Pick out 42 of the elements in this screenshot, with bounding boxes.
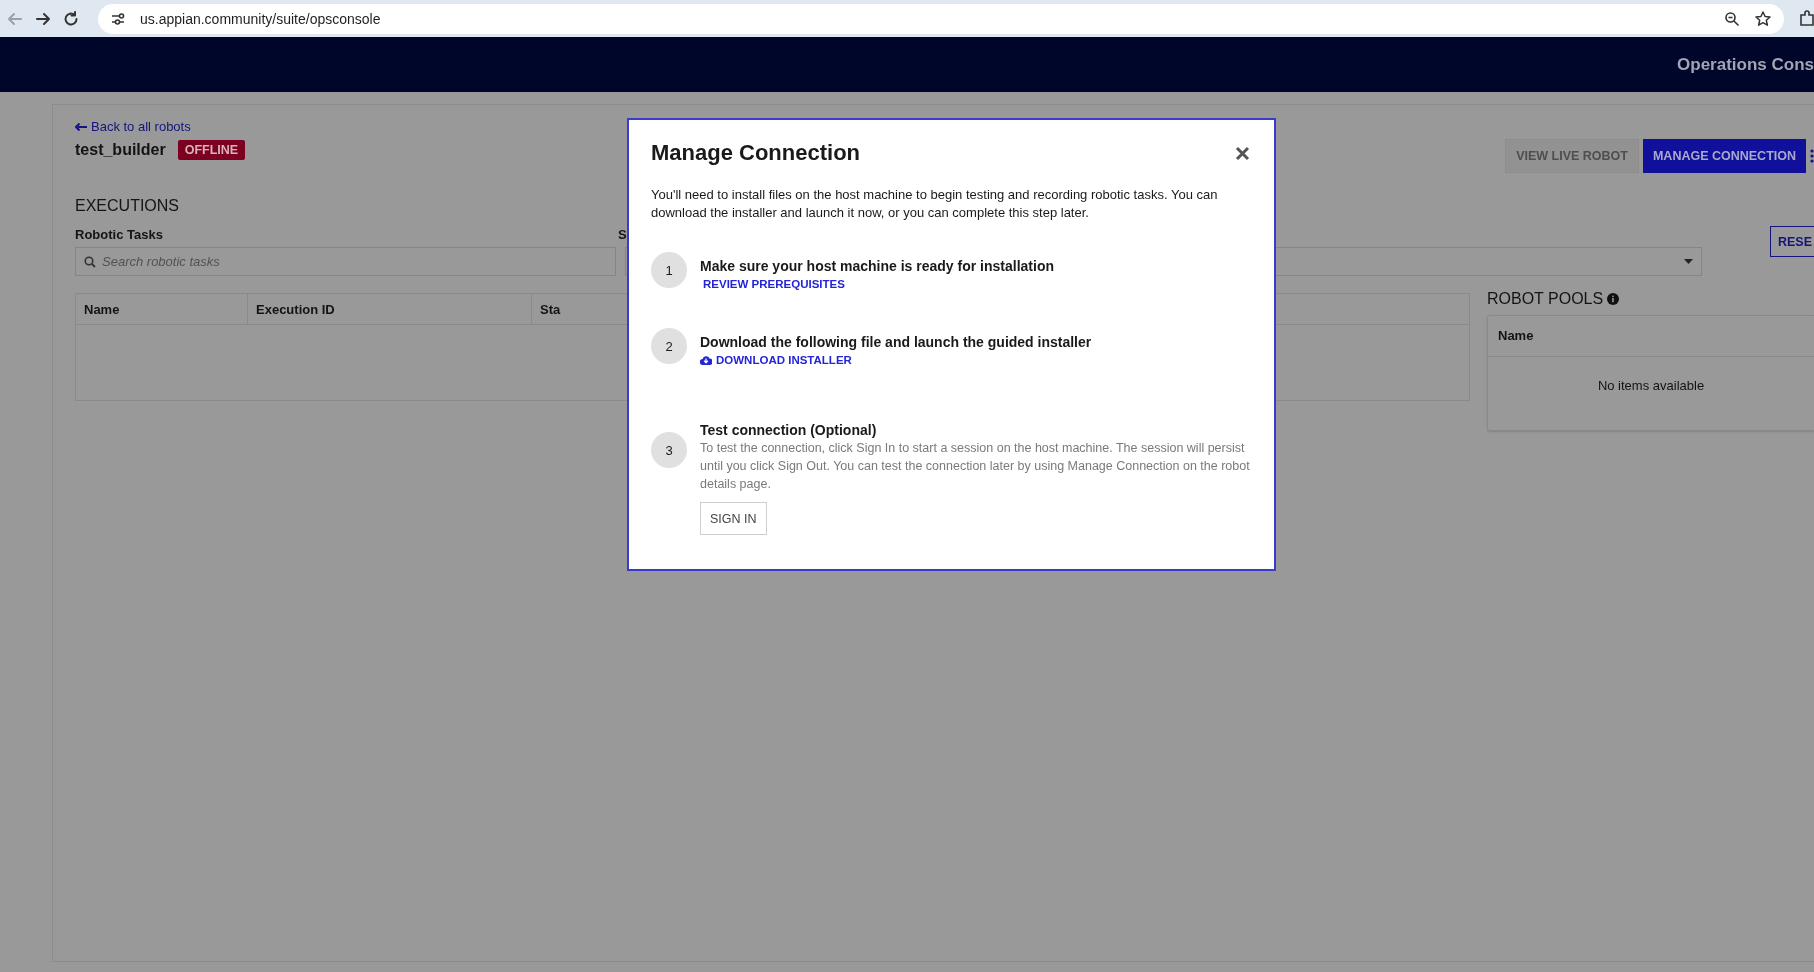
robot-name: test_builder bbox=[75, 141, 166, 159]
status-badge: OFFLINE bbox=[177, 140, 246, 160]
step-title: Test connection (Optional) bbox=[700, 422, 878, 438]
step-title: Download the following file and launch the guided installer bbox=[700, 334, 1092, 350]
reload-icon[interactable] bbox=[62, 9, 80, 28]
column-header: Name bbox=[1488, 316, 1814, 357]
url-text[interactable]: us.appian.community/suite/opsconsole bbox=[140, 10, 381, 27]
column-header: Execution ID bbox=[247, 293, 532, 325]
step-number: 2 bbox=[651, 328, 687, 364]
info-icon bbox=[1607, 293, 1620, 305]
arrow-left-icon bbox=[75, 122, 87, 131]
modal-intro: You'll need to install files on the host machine to begin testing and recording robotic tasks. You can download the installer and launch it now, or you can complete this step later. bbox=[651, 186, 1219, 222]
download-installer-text[interactable]: DOWNLOAD INSTALLER bbox=[716, 354, 852, 366]
manage-connection-button[interactable]: MANAGE CONNECTION bbox=[1642, 139, 1806, 173]
sign-in-button[interactable]: SIGN IN bbox=[700, 502, 767, 535]
more-options-icon[interactable] bbox=[1810, 149, 1814, 163]
caret-icon bbox=[1683, 259, 1693, 264]
reset-button[interactable]: RESE bbox=[1769, 226, 1814, 257]
extension-icon[interactable] bbox=[1800, 9, 1814, 28]
step-number: 1 bbox=[651, 252, 687, 288]
zoom-icon[interactable] bbox=[1724, 10, 1740, 27]
back-link-text[interactable]: Back to all robots bbox=[91, 119, 191, 134]
pools-title: ROBOT POOLS bbox=[1487, 290, 1604, 308]
empty-message: No items available bbox=[1596, 378, 1706, 393]
section-title: EXECUTIONS bbox=[75, 197, 179, 215]
filter-label: S bbox=[618, 227, 627, 242]
search-placeholder: Search robotic tasks bbox=[102, 254, 220, 269]
step-title: Make sure your host machine is ready for installation bbox=[700, 258, 1054, 274]
header-title: Operations Cons bbox=[1677, 54, 1814, 75]
download-installer-link[interactable]: DOWNLOAD INSTALLER bbox=[700, 354, 1092, 366]
site-settings-icon[interactable] bbox=[110, 10, 126, 27]
modal-title: Manage Connection bbox=[651, 140, 860, 166]
filter-label: Robotic Tasks bbox=[75, 227, 164, 242]
step-description: To test the connection, click Sign In to start a session on the host machine. The session will persist until you click Sign Out. You can test the connection later by using Manage Connection on the robot details page. bbox=[700, 440, 1250, 493]
close-icon[interactable] bbox=[1235, 145, 1250, 161]
step-number: 3 bbox=[651, 432, 687, 468]
cloud-download-icon bbox=[700, 355, 712, 365]
column-header: Name bbox=[75, 293, 248, 325]
back-link[interactable]: Back to all robots bbox=[75, 119, 246, 134]
star-icon[interactable] bbox=[1754, 9, 1772, 28]
search-icon bbox=[84, 255, 96, 268]
review-prerequisites-link[interactable]: REVIEW PREREQUISITES bbox=[703, 278, 1054, 290]
